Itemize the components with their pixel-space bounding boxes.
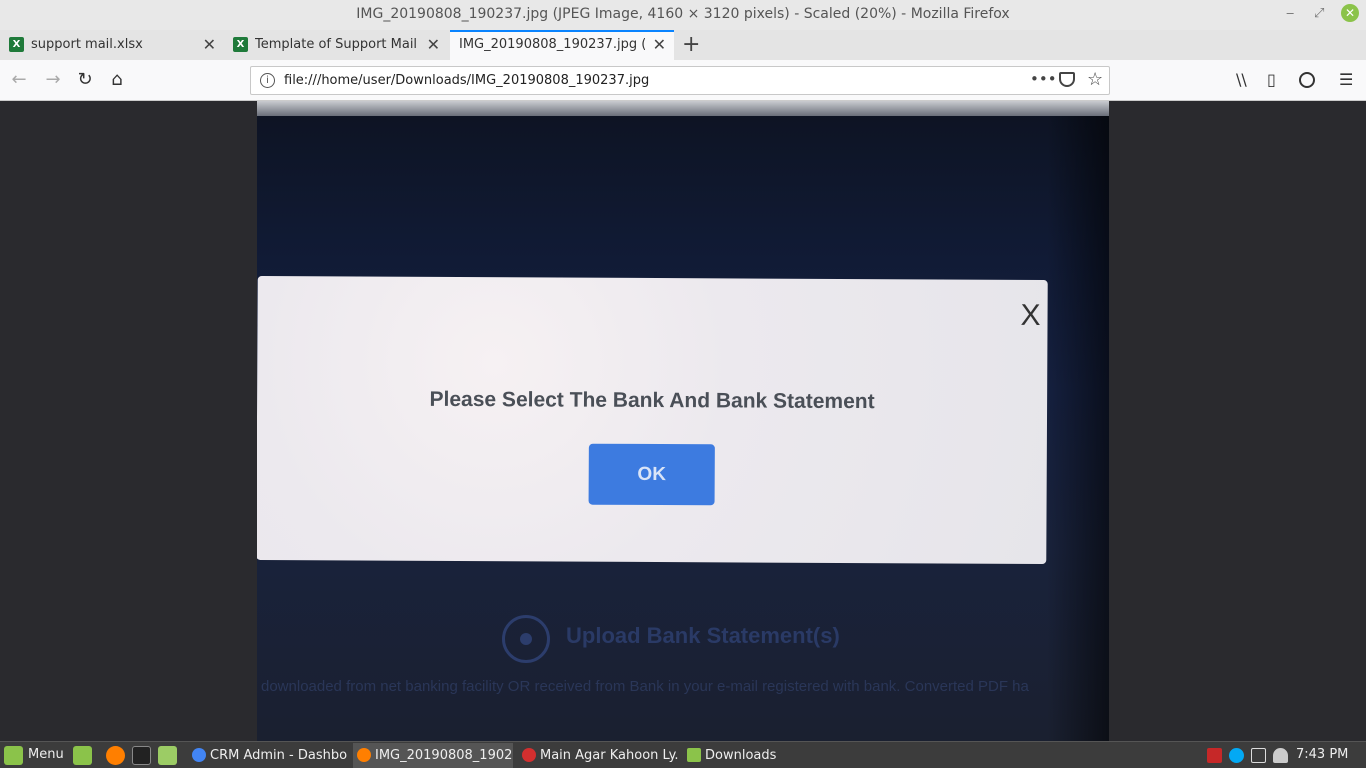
url-bar[interactable]: i file:///home/user/Downloads/IMG_201908… — [250, 66, 1110, 95]
sidebar-icon[interactable]: ▯ — [1267, 70, 1276, 89]
minimize-icon[interactable]: ‒ — [1286, 6, 1294, 21]
photo-top-edge — [257, 101, 1109, 116]
close-tab-icon[interactable]: ✕ — [653, 35, 666, 54]
navigation-bar: ← → ↻ ⌂ i file:///home/user/Downloads/IM… — [0, 60, 1366, 101]
close-window-icon[interactable]: ✕ — [1341, 4, 1359, 22]
task-label: Downloads — [705, 748, 777, 763]
task-firefox[interactable]: IMG_20190808_1902... — [353, 743, 513, 768]
photo[interactable]: X Please Select The Bank And Bank Statem… — [257, 101, 1109, 741]
tab-strip: X support mail.xlsx ✕ X Template of Supp… — [0, 30, 1366, 60]
skype-icon[interactable] — [1229, 748, 1244, 763]
tab-support-mail[interactable]: X support mail.xlsx ✕ — [0, 30, 224, 60]
library-icon[interactable]: \\ — [1236, 70, 1247, 89]
taskbar: Menu CRM Admin - Dashbo... IMG_20190808_… — [0, 741, 1366, 768]
firefox-icon — [357, 748, 371, 762]
tab-image[interactable]: IMG_20190808_190237.jpg (JPEG ✕ — [450, 30, 674, 60]
files-icon[interactable] — [158, 746, 177, 765]
close-tab-icon[interactable]: ✕ — [427, 35, 440, 54]
task-label: CRM Admin - Dashbo... — [210, 748, 348, 763]
alert-dialog: X Please Select The Bank And Bank Statem… — [257, 275, 1048, 565]
tab-template-support-mail[interactable]: X Template of Support Mail.xlsx ✕ — [224, 30, 448, 60]
clock[interactable]: 7:43 PM — [1296, 747, 1348, 762]
user-icon[interactable] — [1273, 748, 1288, 763]
opera-icon — [522, 748, 536, 762]
bookmark-star-icon[interactable]: ☆ — [1087, 69, 1103, 90]
radio-icon — [502, 615, 550, 663]
mint-logo-icon — [4, 746, 23, 765]
new-tab-icon[interactable]: + — [682, 32, 700, 57]
hamburger-menu-icon[interactable]: ☰ — [1339, 70, 1353, 89]
chrome-icon — [192, 748, 206, 762]
upload-description: downloaded from net banking facility OR … — [261, 678, 1029, 695]
dialog-message: Please Select The Bank And Bank Statemen… — [429, 387, 875, 414]
tab-label: Template of Support Mail.xlsx — [255, 37, 417, 52]
home-icon[interactable]: ⌂ — [106, 69, 128, 90]
pocket-icon[interactable] — [1059, 72, 1075, 87]
folder-icon — [687, 748, 701, 762]
excel-icon: X — [9, 37, 24, 52]
upload-title: Upload Bank Statement(s) — [566, 623, 840, 648]
task-opera[interactable]: Main Agar Kahoon Ly... — [518, 743, 678, 768]
info-icon[interactable]: i — [260, 73, 275, 88]
maximize-icon[interactable]: ⤢ — [1314, 6, 1324, 21]
excel-icon: X — [233, 37, 248, 52]
forward-icon[interactable]: → — [42, 69, 64, 90]
url-text[interactable]: file:///home/user/Downloads/IMG_20190808… — [284, 73, 649, 88]
back-icon[interactable]: ← — [8, 69, 30, 90]
photo-shadow — [1047, 116, 1109, 741]
firefox-icon[interactable] — [106, 746, 125, 765]
account-icon[interactable] — [1299, 72, 1315, 88]
page-actions-icon[interactable]: ••• — [1030, 70, 1057, 88]
window-titlebar: IMG_20190808_190237.jpg (JPEG Image, 416… — [0, 0, 1366, 30]
terminal-icon[interactable] — [132, 746, 151, 765]
close-tab-icon[interactable]: ✕ — [203, 35, 216, 54]
image-viewer: X Please Select The Bank And Bank Statem… — [0, 101, 1366, 741]
task-downloads[interactable]: Downloads — [683, 743, 843, 768]
task-label: IMG_20190808_1902... — [375, 748, 513, 763]
dialog-close-icon: X — [1020, 298, 1041, 333]
shield-icon[interactable] — [1207, 748, 1222, 763]
reload-icon[interactable]: ↻ — [74, 69, 96, 90]
task-label: Main Agar Kahoon Ly... — [540, 748, 678, 763]
window-title: IMG_20190808_190237.jpg (JPEG Image, 416… — [356, 6, 1010, 22]
show-desktop-icon[interactable] — [73, 746, 92, 765]
ok-button: OK — [588, 443, 715, 506]
tab-label: support mail.xlsx — [31, 37, 143, 52]
menu-label: Menu — [28, 747, 64, 762]
display-icon[interactable] — [1251, 748, 1266, 763]
tab-label: IMG_20190808_190237.jpg (JPEG — [459, 37, 645, 52]
task-chrome[interactable]: CRM Admin - Dashbo... — [188, 743, 348, 768]
